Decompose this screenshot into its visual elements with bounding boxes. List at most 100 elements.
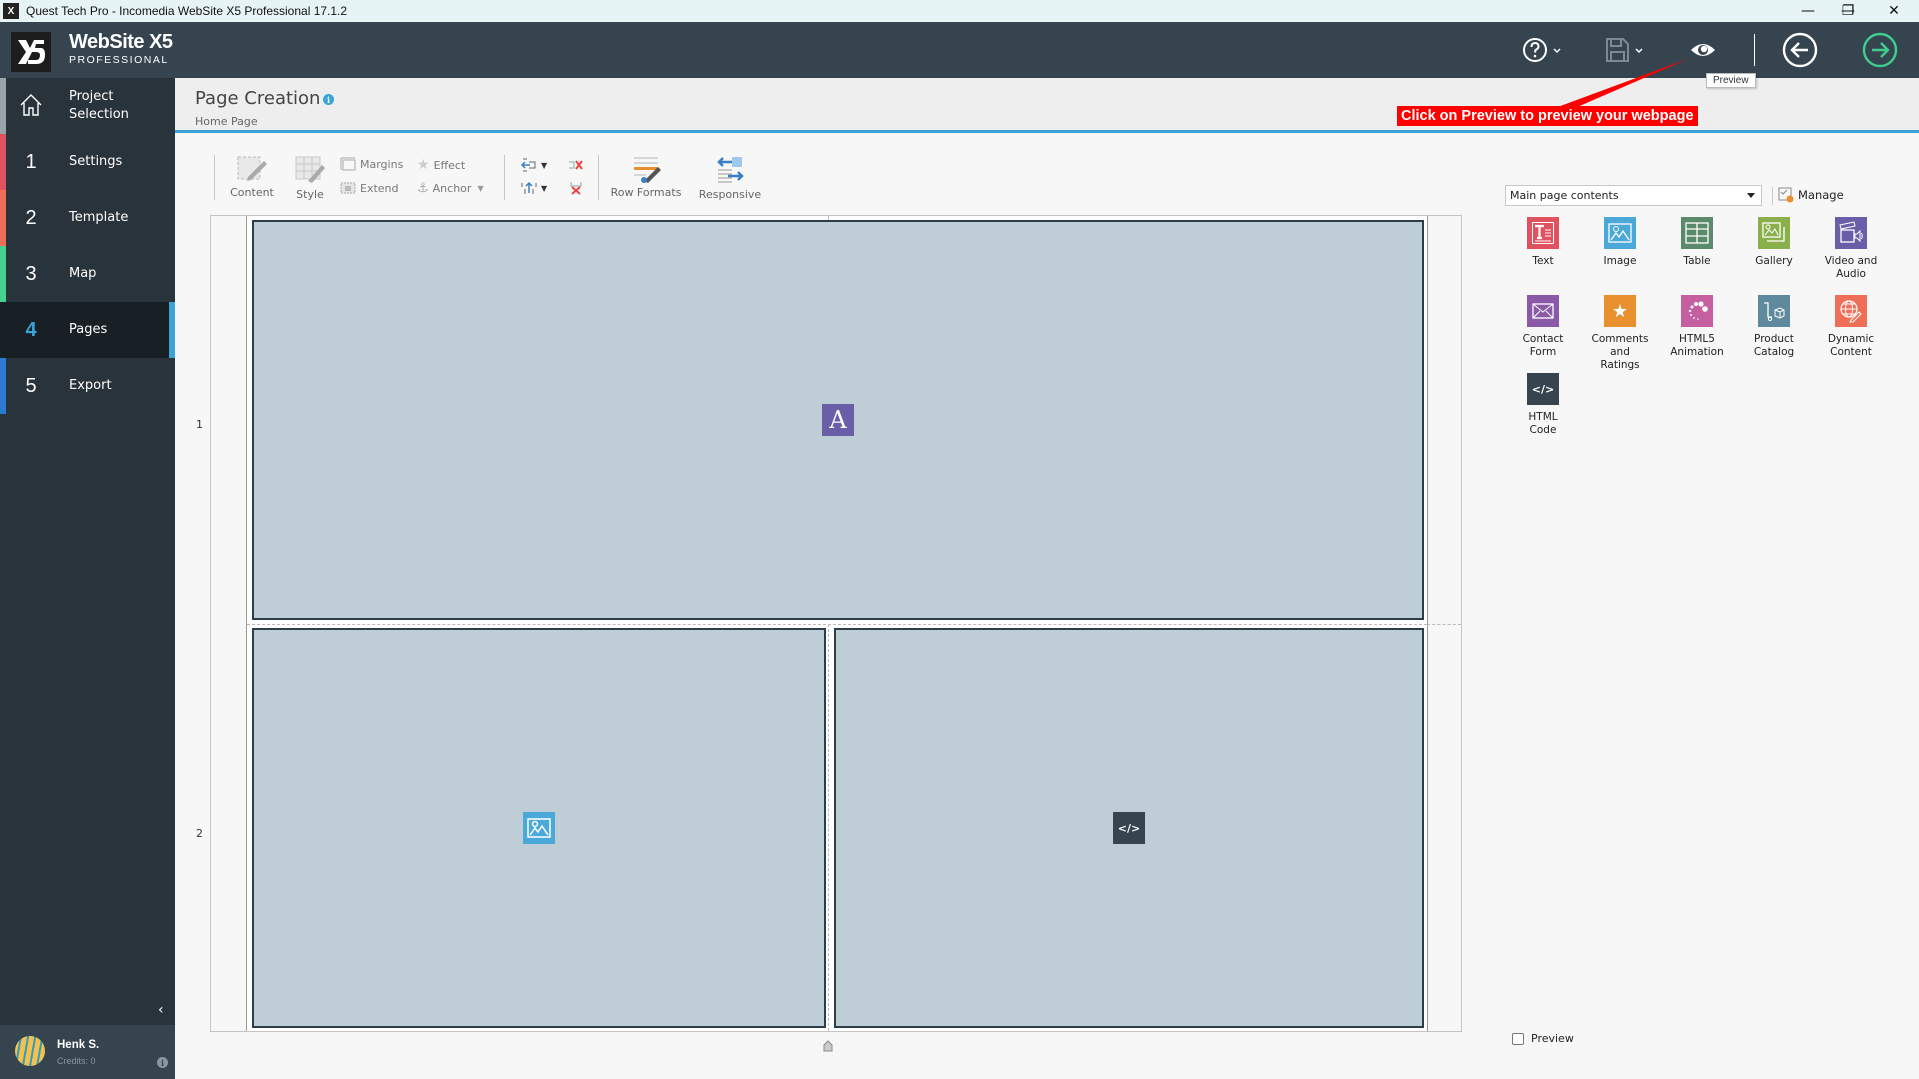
- home-icon: [20, 94, 42, 116]
- anchor-label: Anchor: [432, 182, 472, 195]
- sidebar-item-settings[interactable]: 1 Settings: [0, 134, 175, 190]
- object-html-code[interactable]: </> HTML Code: [1503, 373, 1583, 437]
- anchor-icon: ⚓: [417, 181, 429, 196]
- chevron-down-icon: [1747, 193, 1755, 198]
- row-divider: [247, 624, 1427, 625]
- sidebar: Project Selection 1 Settings 2 Template …: [0, 78, 175, 1079]
- brand-edition: PROFESSIONAL: [69, 54, 169, 66]
- anchor-button[interactable]: ⚓ Anchor ▼: [417, 181, 484, 196]
- envelope-icon: [1527, 295, 1559, 327]
- object-video-audio[interactable]: Video and Audio: [1811, 217, 1891, 281]
- responsive-button[interactable]: Responsive: [695, 155, 765, 201]
- object-label: Table: [1683, 255, 1711, 267]
- minimize-icon: —: [1801, 3, 1815, 19]
- row-gutter: [211, 216, 247, 1031]
- help-button[interactable]: [1518, 22, 1568, 78]
- margins-button[interactable]: Margins: [340, 157, 403, 171]
- insert-row-button[interactable]: ▼: [521, 181, 547, 195]
- image-icon: [1604, 217, 1636, 249]
- sidebar-item-label: Settings: [69, 154, 123, 169]
- content-button[interactable]: Content: [227, 155, 277, 199]
- preview-button[interactable]: [1686, 22, 1720, 78]
- chevron-left-icon: ‹: [158, 1002, 164, 1018]
- row-number: 1: [196, 418, 203, 431]
- object-product-catalog[interactable]: Product Catalog: [1734, 295, 1814, 359]
- cell-row1-text[interactable]: A: [252, 220, 1424, 620]
- avatar[interactable]: [15, 1036, 45, 1066]
- gallery-icon: [1758, 217, 1790, 249]
- object-contact-form[interactable]: Contact Form: [1503, 295, 1583, 359]
- object-table[interactable]: Table: [1657, 217, 1737, 268]
- extend-icon: [340, 181, 356, 195]
- star-icon: ★: [1604, 295, 1636, 327]
- dropdown-arrow-icon: ▼: [477, 184, 484, 193]
- sidebar-item-pages[interactable]: 4 Pages: [0, 302, 175, 358]
- object-category-select[interactable]: Main page contents: [1505, 185, 1762, 206]
- arrow-left-circle-icon: [1782, 32, 1818, 68]
- divider: [1772, 187, 1773, 205]
- object-label: Text: [1532, 255, 1554, 267]
- collapse-sidebar-button[interactable]: ‹: [158, 1002, 164, 1018]
- extend-button[interactable]: Extend: [340, 181, 399, 195]
- arrow-right-circle-icon: [1862, 32, 1898, 68]
- cart-icon: [1758, 295, 1790, 327]
- back-button[interactable]: [1780, 22, 1820, 78]
- object-dynamic-content[interactable]: Dynamic Content: [1811, 295, 1891, 359]
- content-label: Content: [230, 186, 274, 199]
- sidebar-item-map[interactable]: 3 Map: [0, 246, 175, 302]
- effect-button[interactable]: ★ Effect: [417, 157, 465, 173]
- user-name: Henk S.: [57, 1039, 100, 1051]
- step-number: 1: [25, 150, 37, 173]
- maximize-button[interactable]: ❐: [1825, 0, 1871, 22]
- object-gallery[interactable]: Gallery: [1734, 217, 1814, 268]
- object-html5-animation[interactable]: HTML5 Animation: [1657, 295, 1737, 359]
- next-button[interactable]: [1860, 22, 1900, 78]
- delete-row-button[interactable]: [568, 181, 588, 195]
- preview-checkbox[interactable]: Preview: [1512, 1032, 1574, 1045]
- info-icon[interactable]: i: [323, 94, 334, 105]
- edit-content-icon: [237, 156, 267, 181]
- style-label: Style: [296, 188, 324, 201]
- object-label: Contact Form: [1522, 333, 1564, 358]
- info-icon[interactable]: i: [157, 1057, 168, 1068]
- row-formats-button[interactable]: Row Formats: [611, 155, 681, 199]
- text-object-icon: A: [822, 404, 854, 436]
- annotation-callout: Click on Preview to preview your webpage: [1397, 106, 1698, 126]
- object-label: Video and Audio: [1824, 255, 1878, 280]
- eye-icon: [1691, 44, 1715, 56]
- column-resize-handle[interactable]: [823, 1037, 833, 1052]
- object-comments-ratings[interactable]: ★ Comments and Ratings: [1580, 295, 1660, 372]
- style-button[interactable]: Style: [285, 155, 335, 201]
- sidebar-item-project-selection[interactable]: Project Selection: [0, 78, 175, 134]
- breadcrumb: Home Page: [195, 115, 258, 128]
- x5-logo-icon: [11, 32, 51, 72]
- text-icon: [1527, 217, 1559, 249]
- brand-name: WebSite X5: [69, 31, 173, 53]
- preview-tooltip: Preview: [1706, 73, 1756, 88]
- animation-dots-icon: [1681, 295, 1713, 327]
- step-color-bar: [0, 78, 6, 134]
- delete-column-button[interactable]: [568, 158, 588, 172]
- object-label: Product Catalog: [1753, 333, 1795, 358]
- close-button[interactable]: ✕: [1871, 0, 1917, 22]
- save-button[interactable]: [1600, 22, 1650, 78]
- sidebar-item-template[interactable]: 2 Template: [0, 190, 175, 246]
- checkbox[interactable]: [1512, 1032, 1524, 1045]
- manage-button[interactable]: Manage: [1778, 187, 1844, 203]
- sidebar-item-export[interactable]: 5 Export: [0, 358, 175, 414]
- sidebar-item-label: Export: [69, 378, 112, 393]
- delete-column-icon: [568, 158, 584, 172]
- object-text[interactable]: Text: [1503, 217, 1583, 268]
- cell-row2-image[interactable]: [252, 628, 826, 1028]
- object-image[interactable]: Image: [1580, 217, 1660, 268]
- restore-icon: ❐: [1841, 3, 1855, 19]
- cell-row2-html-code[interactable]: </>: [834, 628, 1424, 1028]
- insert-column-button[interactable]: ▼: [521, 158, 547, 172]
- responsive-label: Responsive: [698, 188, 762, 201]
- dropdown-arrow-icon: ▼: [541, 160, 548, 170]
- preview-checkbox-label: Preview: [1531, 1032, 1574, 1045]
- margins-icon: [340, 157, 356, 171]
- code-icon: </>: [1527, 373, 1559, 405]
- delete-row-icon: [568, 181, 584, 195]
- responsive-icon: [717, 157, 744, 183]
